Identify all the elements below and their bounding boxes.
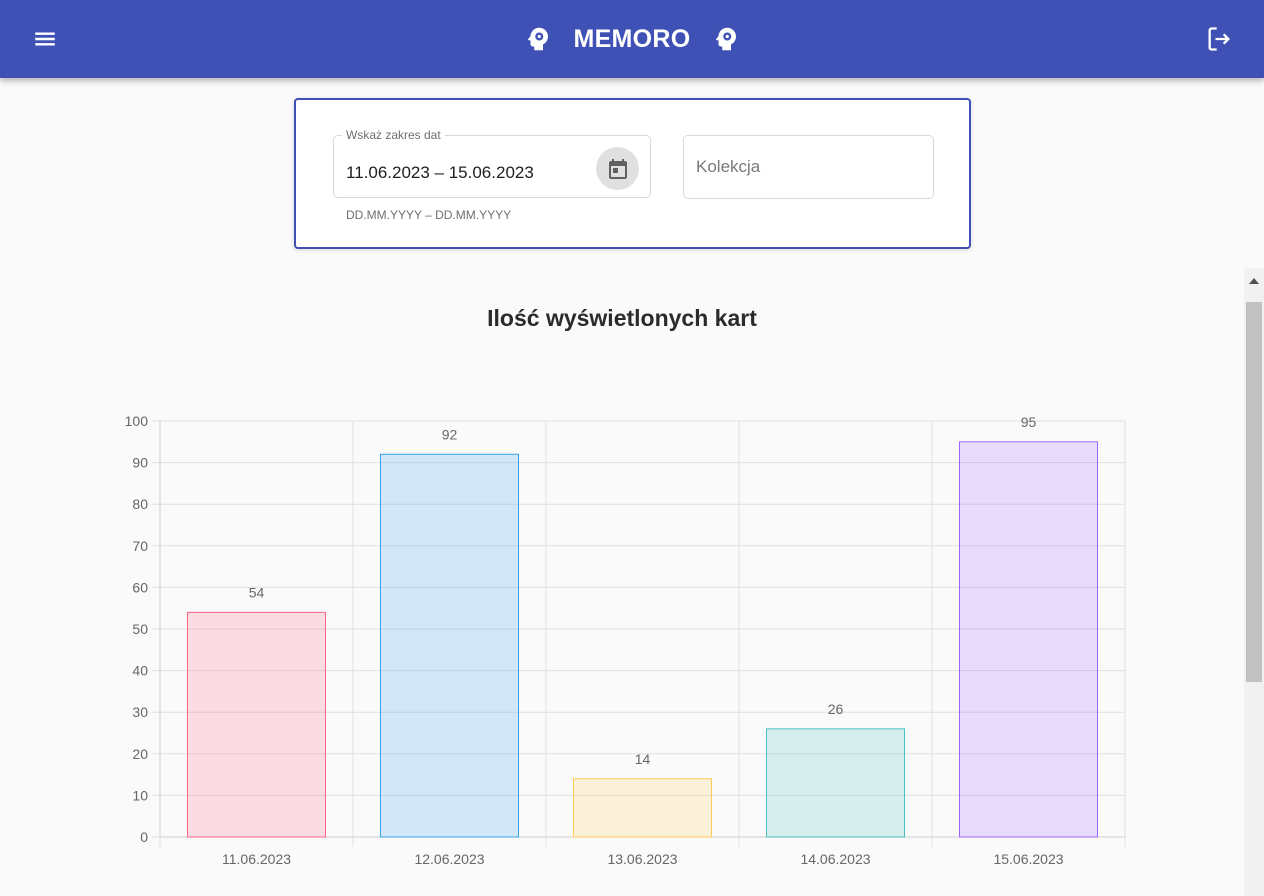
head-gear-icon (715, 27, 736, 51)
date-range-field[interactable]: Wskaż zakres dat 11.06.2023 – 15.06.2023 (333, 128, 651, 198)
scrollbar[interactable] (1244, 268, 1264, 896)
y-tick-label: 90 (132, 455, 148, 471)
chart-title: Ilość wyświetlonych kart (487, 305, 757, 331)
collection-input[interactable] (684, 136, 933, 198)
x-tick-label: 15.06.2023 (993, 851, 1063, 867)
filter-card: Wskaż zakres dat 11.06.2023 – 15.06.2023… (294, 98, 971, 249)
x-tick-label: 12.06.2023 (414, 851, 484, 867)
app-toolbar: MEMORO (0, 0, 1264, 78)
y-tick-label: 70 (132, 538, 148, 554)
data-label: 26 (828, 701, 844, 717)
logout-button[interactable] (1196, 16, 1242, 62)
y-tick-label: 60 (132, 579, 148, 595)
scrollbar-thumb[interactable] (1246, 302, 1262, 682)
y-tick-label: 10 (132, 787, 148, 803)
bar-chart: 0 10 20 30 40 50 60 70 80 90 100 54 11.06.2023 92 12.0… (125, 413, 1126, 867)
hamburger-menu-icon (35, 32, 55, 46)
logout-icon (1208, 27, 1230, 51)
bar (766, 728, 905, 838)
collection-field[interactable] (683, 135, 934, 199)
y-tick-label: 20 (132, 746, 148, 762)
y-tick-label: 80 (132, 496, 148, 512)
y-tick-label: 50 (132, 621, 148, 637)
y-tick-label: 0 (140, 829, 148, 845)
bar (573, 778, 712, 838)
date-range-label: Wskaż zakres dat (342, 128, 445, 142)
y-tick-label: 30 (132, 704, 148, 720)
calendar-toggle-button[interactable] (596, 147, 639, 190)
date-format-hint: DD.MM.YYYY – DD.MM.YYYY (346, 208, 512, 222)
data-label: 54 (249, 584, 265, 600)
y-tick-label: 40 (132, 663, 148, 679)
bar (380, 453, 519, 838)
y-tick-label: 100 (125, 413, 149, 429)
date-range-input[interactable]: 11.06.2023 – 15.06.2023 (346, 163, 534, 183)
x-tick-label: 14.06.2023 (800, 851, 870, 867)
head-gear-icon (528, 27, 549, 51)
data-label: 14 (635, 751, 651, 767)
menu-button[interactable] (22, 16, 68, 62)
bar (959, 441, 1098, 838)
x-tick-label: 13.06.2023 (607, 851, 677, 867)
app-title: MEMORO (573, 24, 691, 53)
brand: MEMORO (0, 0, 1264, 78)
bar (187, 611, 326, 838)
arrow-up-icon (1249, 278, 1259, 284)
scroll-up-button[interactable] (1244, 268, 1264, 294)
data-label: 92 (442, 426, 458, 442)
data-label: 95 (1021, 414, 1037, 430)
calendar-icon (608, 158, 627, 179)
x-tick-label: 11.06.2023 (222, 851, 291, 867)
